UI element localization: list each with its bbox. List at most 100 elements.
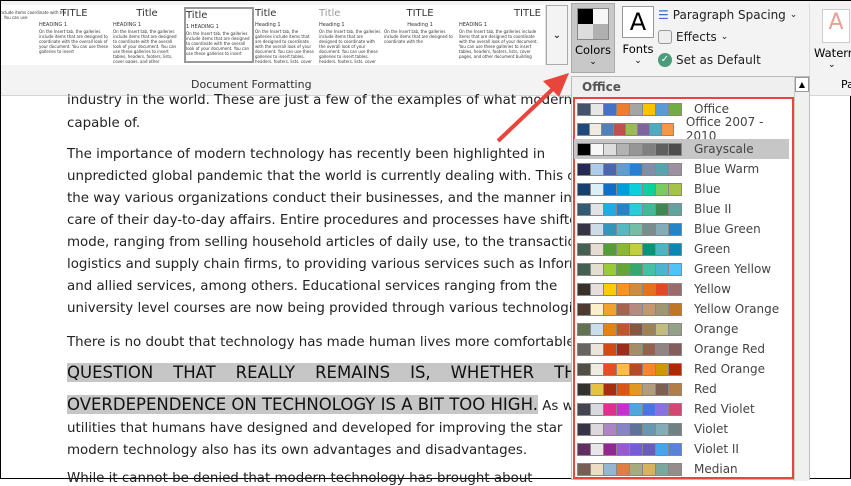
color-swatch <box>617 143 629 155</box>
color-theme-yellow[interactable]: Yellow <box>574 279 789 299</box>
color-swatches <box>577 402 682 416</box>
color-theme-blue[interactable]: Blue <box>574 179 789 199</box>
color-swatch <box>591 423 603 435</box>
color-swatch <box>591 103 603 115</box>
color-swatch <box>591 143 603 155</box>
color-swatch <box>643 423 655 435</box>
theme-name: Blue <box>694 182 721 196</box>
color-theme-yellow-orange[interactable]: Yellow Orange <box>574 299 789 319</box>
color-swatch <box>578 303 590 315</box>
theme-name: Blue Warm <box>694 162 760 176</box>
color-theme-blue-ii[interactable]: Blue II <box>574 199 789 219</box>
color-theme-violet-ii[interactable]: Violet II <box>574 439 789 459</box>
color-swatch <box>643 283 655 295</box>
color-swatches <box>577 262 682 276</box>
color-theme-orange-red[interactable]: Orange Red <box>574 339 789 359</box>
color-theme-median[interactable]: Median <box>574 459 789 479</box>
color-swatch <box>578 383 590 395</box>
color-swatches <box>577 282 682 296</box>
color-swatch <box>591 323 603 335</box>
color-swatch <box>630 203 642 215</box>
scrollbar[interactable]: ▲ <box>794 77 809 481</box>
color-swatch <box>643 343 655 355</box>
color-swatch <box>617 443 629 455</box>
color-swatch <box>656 463 668 475</box>
color-swatch <box>604 363 616 375</box>
scroll-up-icon[interactable]: ▲ <box>795 77 809 92</box>
color-swatch <box>630 183 642 195</box>
color-swatch <box>630 223 642 235</box>
color-swatch <box>578 143 590 155</box>
color-swatch <box>669 183 681 195</box>
color-theme-green-yellow[interactable]: Green Yellow <box>574 259 789 279</box>
theme-name: Violet <box>694 422 729 436</box>
theme-name: Office <box>694 102 730 116</box>
color-swatch <box>604 423 616 435</box>
color-swatch <box>656 263 668 275</box>
color-swatch <box>578 223 590 235</box>
color-swatch <box>630 363 642 375</box>
color-swatch <box>617 163 629 175</box>
color-swatch <box>617 383 629 395</box>
color-theme-office-2007-2010[interactable]: Office 2007 - 2010 <box>574 115 789 143</box>
color-swatch <box>578 423 590 435</box>
color-swatch <box>669 243 681 255</box>
color-theme-red-orange[interactable]: Red Orange <box>574 359 789 379</box>
color-swatch <box>617 403 629 415</box>
theme-name: Orange Red <box>694 342 765 356</box>
color-swatch <box>669 163 681 175</box>
color-swatch <box>617 363 629 375</box>
color-swatch <box>604 303 616 315</box>
color-swatch <box>578 283 590 295</box>
color-swatch <box>617 183 629 195</box>
theme-name: Red <box>694 382 717 396</box>
color-swatch <box>591 343 603 355</box>
color-theme-red-violet[interactable]: Red Violet <box>574 399 789 419</box>
color-swatch <box>617 423 629 435</box>
color-swatch <box>656 363 668 375</box>
color-swatch <box>604 243 616 255</box>
color-theme-grayscale[interactable]: Grayscale <box>574 139 789 159</box>
color-swatch <box>669 203 681 215</box>
color-swatch <box>643 303 655 315</box>
color-theme-orange[interactable]: Orange <box>574 319 789 339</box>
color-theme-green[interactable]: Green <box>574 239 789 259</box>
color-theme-violet[interactable]: Violet <box>574 419 789 439</box>
theme-name: Grayscale <box>694 142 754 156</box>
color-swatch <box>604 223 616 235</box>
theme-name: Red Violet <box>694 402 755 416</box>
color-swatch <box>630 343 642 355</box>
color-swatch <box>669 423 681 435</box>
color-swatch <box>604 283 616 295</box>
color-swatch <box>669 283 681 295</box>
color-theme-blue-green[interactable]: Blue Green <box>574 219 789 239</box>
color-swatch <box>591 383 603 395</box>
color-swatch <box>643 203 655 215</box>
color-swatch <box>669 403 681 415</box>
color-swatch <box>617 203 629 215</box>
color-swatch <box>669 103 681 115</box>
color-swatch <box>591 263 603 275</box>
color-theme-blue-warm[interactable]: Blue Warm <box>574 159 789 179</box>
color-swatch <box>604 263 616 275</box>
color-swatch <box>656 243 668 255</box>
color-swatch <box>656 283 668 295</box>
color-swatches <box>577 342 682 356</box>
color-theme-red[interactable]: Red <box>574 379 789 399</box>
color-swatch <box>669 303 681 315</box>
color-swatch <box>669 343 681 355</box>
color-swatch <box>656 443 668 455</box>
color-swatch <box>601 123 613 135</box>
color-swatch <box>604 383 616 395</box>
color-swatch <box>578 103 590 115</box>
color-swatches <box>577 142 682 156</box>
color-swatch <box>617 103 629 115</box>
color-swatch <box>643 103 655 115</box>
color-swatch <box>643 363 655 375</box>
theme-name: Green Yellow <box>694 262 772 276</box>
color-swatch <box>604 163 616 175</box>
color-swatch <box>630 163 642 175</box>
color-swatch <box>630 263 642 275</box>
color-swatch <box>669 263 681 275</box>
color-swatch <box>613 123 625 135</box>
